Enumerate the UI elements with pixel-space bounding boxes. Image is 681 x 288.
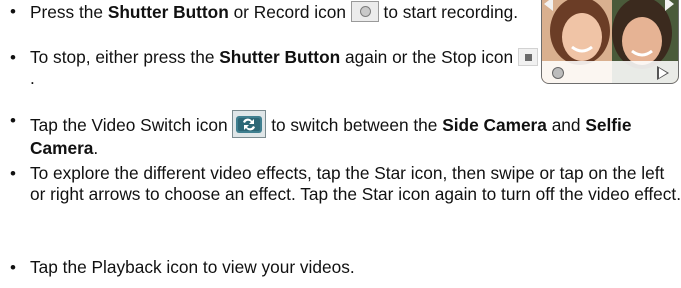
side-camera-label: Side Camera xyxy=(442,115,547,135)
bullet: • xyxy=(10,111,16,130)
list-item: • Tap the Video Switch icon to switch be… xyxy=(0,110,681,159)
bullet: • xyxy=(10,48,16,67)
list-item: • To explore the different video effects… xyxy=(0,163,681,205)
item-text: to switch between the xyxy=(266,115,443,135)
item-text: Tap the Video Switch icon xyxy=(30,115,233,135)
item-text: or Record icon xyxy=(228,2,351,22)
preview-control-bar xyxy=(542,61,678,83)
list-item: • Press the Shutter Button or Record ico… xyxy=(0,1,530,23)
item-text: and xyxy=(546,115,586,135)
list-item: • Tap the Playback icon to view your vid… xyxy=(0,257,681,278)
shutter-button-label: Shutter Button xyxy=(219,47,341,67)
bullet: • xyxy=(10,258,16,277)
item-text: . xyxy=(30,68,35,88)
item-text: Press the xyxy=(30,2,108,22)
left-arrow-icon[interactable] xyxy=(544,0,553,11)
item-text: To explore the different video effects, … xyxy=(30,163,681,204)
record-icon xyxy=(350,1,379,22)
right-arrow-icon[interactable] xyxy=(665,0,674,11)
video-switch-glyph xyxy=(236,116,263,133)
item-text: Tap the Playback icon to view your video… xyxy=(30,257,355,277)
play-icon[interactable] xyxy=(657,66,669,80)
shutter-button-label: Shutter Button xyxy=(107,2,229,22)
item-text: . xyxy=(93,138,99,158)
item-text: to start recording. xyxy=(378,2,519,22)
video-switch-icon xyxy=(232,110,267,138)
camera-preview xyxy=(541,0,679,84)
bullet: • xyxy=(10,2,16,21)
manual-page: • Press the Shutter Button or Record ico… xyxy=(0,0,681,288)
item-text: again or the Stop icon xyxy=(340,47,518,67)
record-icon[interactable] xyxy=(552,67,564,79)
record-dot xyxy=(359,6,371,17)
stop-icon xyxy=(517,48,538,66)
stop-square xyxy=(524,54,532,61)
bullet: • xyxy=(10,164,16,183)
item-text: To stop, either press the xyxy=(30,47,220,67)
list-item: • To stop, either press the Shutter Butt… xyxy=(0,47,540,89)
